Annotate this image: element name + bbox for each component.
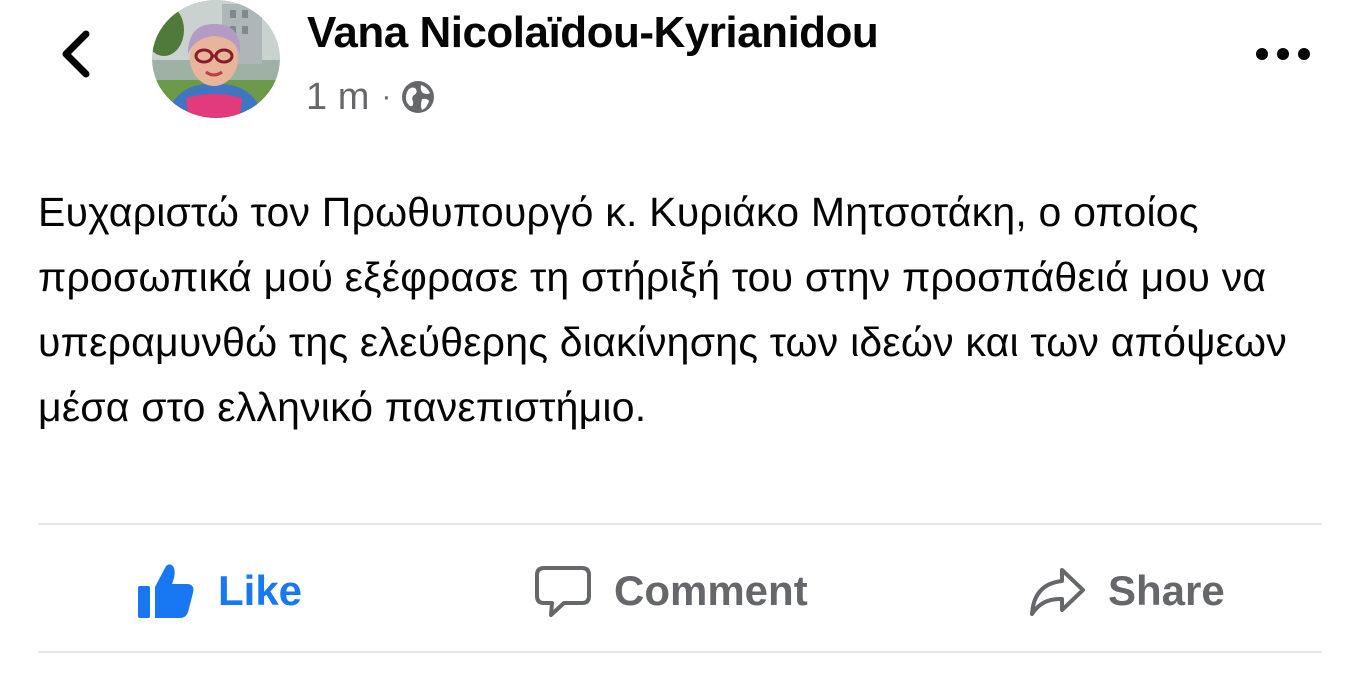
post-meta: 1 m · bbox=[306, 74, 435, 120]
divider bbox=[38, 523, 1322, 525]
back-button[interactable] bbox=[52, 24, 108, 84]
like-button[interactable]: Like bbox=[136, 556, 302, 626]
like-label: Like bbox=[218, 567, 303, 614]
author-name[interactable]: Vana Nicolaïdou-Kyrianidou bbox=[307, 8, 879, 58]
timestamp[interactable]: 1 m bbox=[306, 76, 369, 119]
chevron-left-icon bbox=[62, 30, 90, 78]
more-horizontal-icon bbox=[1256, 48, 1310, 60]
more-options-button[interactable] bbox=[1250, 36, 1316, 72]
separator-dot: · bbox=[381, 80, 392, 113]
share-button[interactable]: Share bbox=[1028, 556, 1225, 626]
comment-icon bbox=[535, 566, 591, 617]
share-icon bbox=[1030, 568, 1085, 616]
comment-button[interactable]: Comment bbox=[534, 556, 808, 626]
post-text: Ευχαριστώ τον Πρωθυπουργό κ. Κυριάκο Μητ… bbox=[38, 189, 1287, 430]
avatar[interactable] bbox=[152, 0, 280, 118]
profile-photo bbox=[152, 0, 280, 118]
thumbs-up-icon bbox=[138, 564, 194, 618]
post-screen: Vana Nicolaïdou-Kyrianidou 1 m · Ευχαρισ… bbox=[0, 0, 1360, 689]
globe-icon[interactable] bbox=[401, 80, 435, 114]
divider bbox=[38, 651, 1322, 653]
share-label: Share bbox=[1108, 567, 1225, 614]
comment-label: Comment bbox=[614, 567, 808, 614]
